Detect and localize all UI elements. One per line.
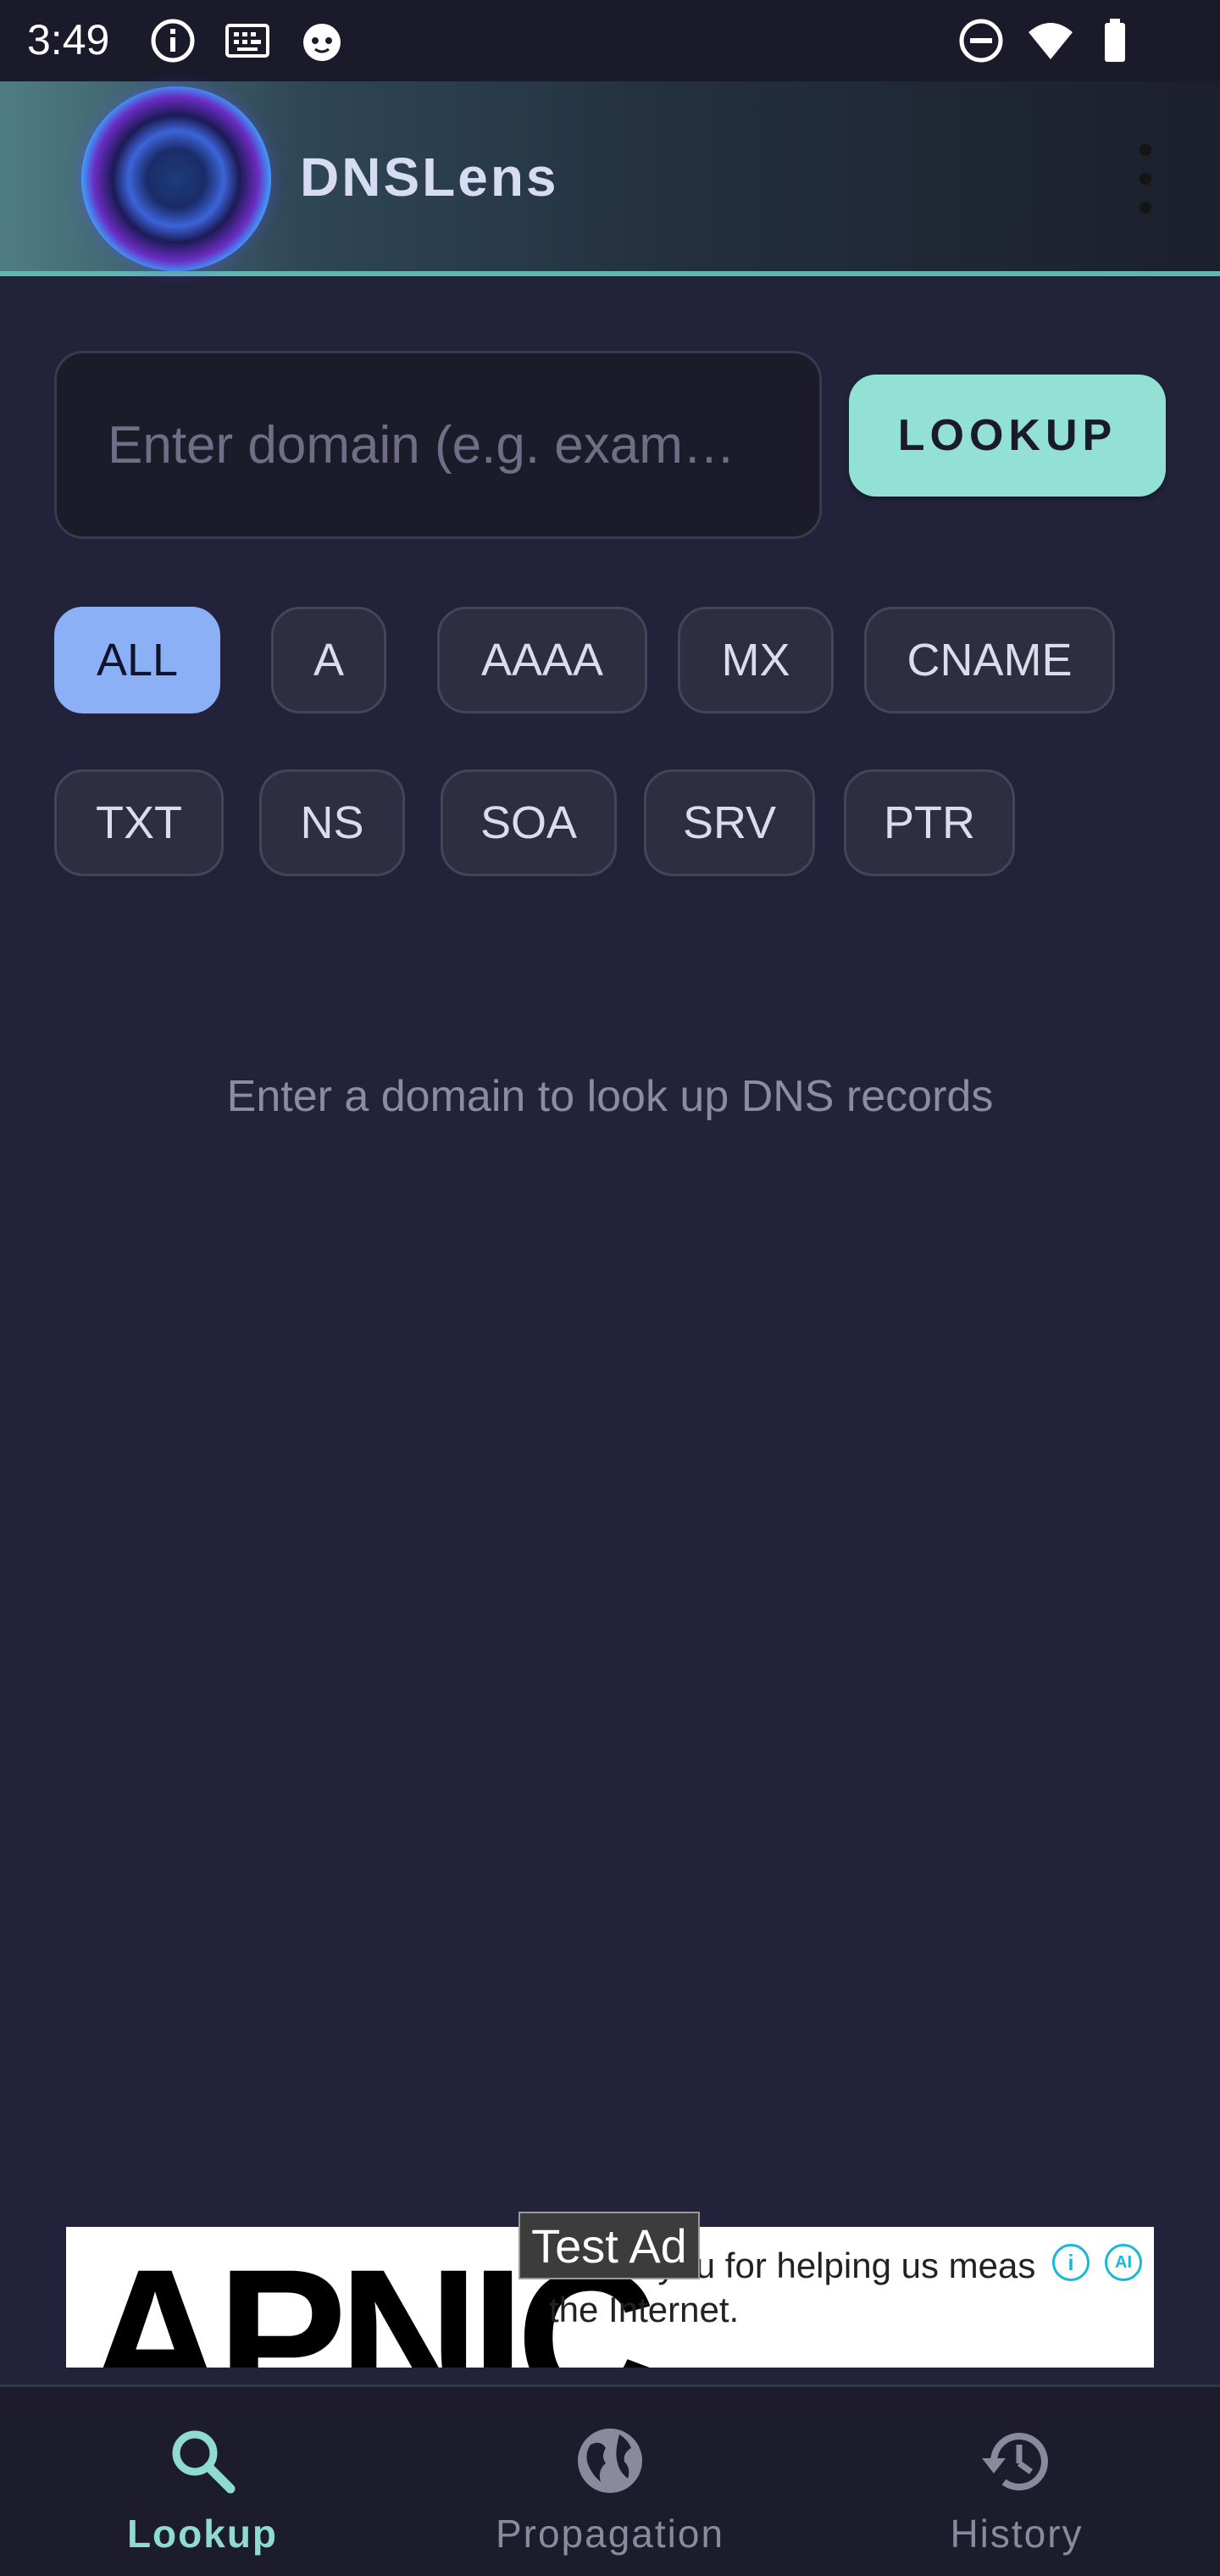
- nav-history[interactable]: History: [915, 2387, 1118, 2576]
- chip-srv[interactable]: SRV: [644, 769, 815, 876]
- chip-soa[interactable]: SOA: [441, 769, 617, 876]
- chip-mx[interactable]: MX: [678, 607, 834, 713]
- nav-lookup-label: Lookup: [126, 2512, 279, 2556]
- wifi-icon: [1029, 23, 1073, 59]
- empty-state-message: Enter a domain to look up DNS records: [226, 1072, 994, 1121]
- chip-txt[interactable]: TXT: [54, 769, 224, 876]
- cat-icon: [303, 24, 341, 61]
- nav-propagation-label: Propagation: [495, 2512, 725, 2556]
- status-time: 3:49: [27, 16, 110, 64]
- do-not-disturb-icon: [959, 19, 1003, 63]
- chip-cname[interactable]: CNAME: [864, 607, 1115, 713]
- history-icon: [982, 2432, 1048, 2490]
- battery-icon: [1105, 19, 1125, 62]
- nav-lookup[interactable]: Lookup: [97, 2387, 308, 2576]
- chip-a[interactable]: A: [271, 607, 386, 713]
- chip-ns[interactable]: NS: [259, 769, 405, 876]
- ad-info-icon[interactable]: i: [1052, 2244, 1090, 2281]
- globe-icon: [578, 2429, 642, 2493]
- chip-all[interactable]: ALL: [54, 607, 220, 713]
- nav-history-label: History: [950, 2512, 1084, 2556]
- app-logo: [81, 86, 271, 271]
- adchoices-icon[interactable]: AI: [1105, 2244, 1142, 2281]
- bottom-navigation: Lookup Propagation History: [0, 2384, 1220, 2576]
- domain-input[interactable]: [54, 351, 822, 539]
- chip-aaaa[interactable]: AAAA: [437, 607, 647, 713]
- nav-propagation[interactable]: Propagation: [474, 2387, 746, 2576]
- more-vert-icon[interactable]: [1127, 144, 1164, 214]
- keyboard-icon: [225, 24, 269, 58]
- app-bar: DNSLens: [0, 81, 1220, 276]
- info-icon: [151, 19, 195, 63]
- ad-text-line-2: the Internet.: [549, 2290, 740, 2329]
- status-bar: 3:49: [0, 0, 1220, 81]
- search-icon: [172, 2430, 236, 2494]
- lookup-button[interactable]: LOOKUP: [849, 375, 1166, 497]
- chip-ptr[interactable]: PTR: [844, 769, 1015, 876]
- test-ad-badge: Test Ad: [518, 2212, 700, 2279]
- app-title: DNSLens: [300, 147, 559, 208]
